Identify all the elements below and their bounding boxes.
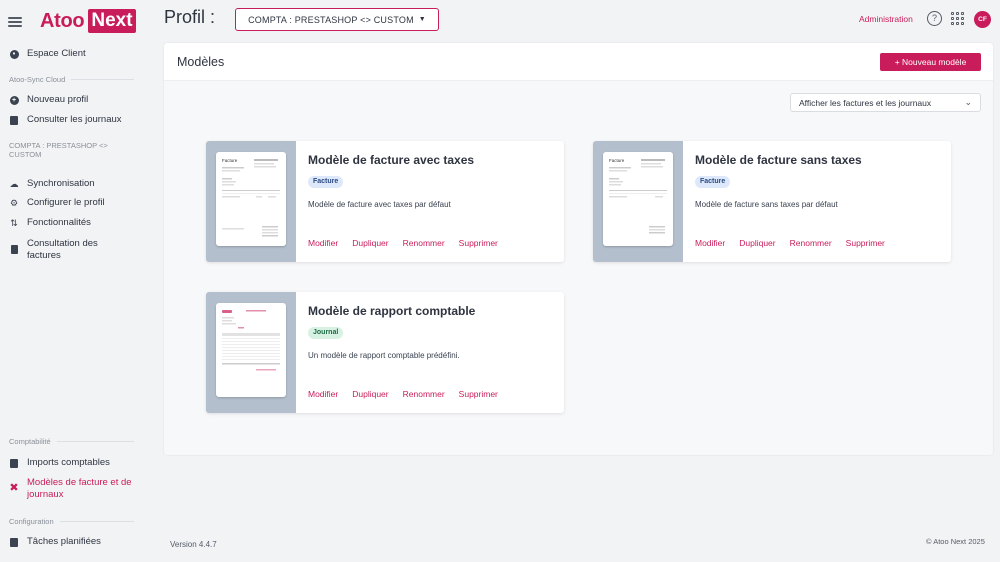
sidebar-item-tasks[interactable]: Tâches planifiées xyxy=(9,536,134,548)
rename-link[interactable]: Renommer xyxy=(403,238,445,248)
sort-arrows-icon: ⇅ xyxy=(10,218,18,228)
card-actions: Modifier Dupliquer Renommer Supprimer xyxy=(308,389,512,399)
new-model-button[interactable]: + Nouveau modèle xyxy=(880,53,981,71)
card-description: Modèle de facture sans taxes par défaut xyxy=(695,200,838,209)
caret-down-icon: ▼ xyxy=(418,16,426,23)
preview-heading: Facture xyxy=(222,158,238,163)
sidebar-item-sync[interactable]: ☁ Synchronisation xyxy=(9,178,134,190)
sidebar: Atoo Next • Espace Client Atoo-Sync Clou… xyxy=(0,0,140,562)
sidebar-item-models[interactable]: ✖ Modèles de facture et de journaux xyxy=(9,477,134,501)
avatar[interactable]: CF xyxy=(974,11,991,28)
sidebar-item-label: Consultation des factures xyxy=(27,238,98,261)
preview-heading: Facture xyxy=(609,158,625,163)
duplicate-link[interactable]: Dupliquer xyxy=(352,389,388,399)
sidebar-item-invoices[interactable]: Consultation des factures xyxy=(9,238,134,262)
panel-header: Modèles + Nouveau modèle xyxy=(164,43,993,81)
type-badge: Journal xyxy=(308,327,344,339)
card-thumbnail[interactable]: Facture xyxy=(593,141,683,262)
card-actions: Modifier Dupliquer Renommer Supprimer xyxy=(308,238,512,248)
card-title: Modèle de facture avec taxes xyxy=(308,153,475,167)
sidebar-item-label: Synchronisation xyxy=(27,178,95,189)
sidebar-item-configure[interactable]: ⚙ Configurer le profil xyxy=(9,197,134,209)
edit-link[interactable]: Modifier xyxy=(695,238,725,248)
calendar-icon xyxy=(9,537,19,547)
sidebar-item-label: Modèles de facture et de journaux xyxy=(27,477,132,500)
profile-selector-value: COMPTA : PRESTASHOP <> CUSTOM xyxy=(248,14,414,25)
administration-link[interactable]: Administration xyxy=(859,14,913,24)
profile-label: Profil : xyxy=(164,7,216,27)
sidebar-item-journals[interactable]: Consulter les journaux xyxy=(9,114,134,126)
section-config: Configuration xyxy=(9,517,134,526)
model-card: Facture Modèle de facture avec taxes Fac… xyxy=(206,141,564,262)
sidebar-item-features[interactable]: ⇅ Fonctionnalités xyxy=(9,217,134,229)
delete-link[interactable]: Supprimer xyxy=(459,238,498,248)
copyright: © Atoo Next 2025 xyxy=(926,537,985,546)
sidebar-item-espace-client[interactable]: • Espace Client xyxy=(9,48,134,60)
file-list-icon xyxy=(9,115,19,125)
section-profile: COMPTA : PRESTASHOP <> CUSTOM xyxy=(9,141,108,159)
plus-circle-icon: + xyxy=(9,95,19,105)
edit-link[interactable]: Modifier xyxy=(308,238,338,248)
apps-grid-icon[interactable] xyxy=(951,12,964,25)
duplicate-link[interactable]: Dupliquer xyxy=(352,238,388,248)
rename-link[interactable]: Renommer xyxy=(790,238,832,248)
model-card: Modèle de rapport comptable Journal Un m… xyxy=(206,292,564,413)
delete-link[interactable]: Supprimer xyxy=(459,389,498,399)
brand-bar: Atoo Next xyxy=(8,8,136,34)
section-compta: Comptabilité xyxy=(9,437,134,446)
card-thumbnail[interactable] xyxy=(206,292,296,413)
sidebar-item-label: Nouveau profil xyxy=(27,94,89,105)
file-icon xyxy=(9,244,19,254)
filter-select-value: Afficher les factures et les journaux xyxy=(799,97,932,108)
help-icon[interactable]: ? xyxy=(927,11,942,26)
profile-selector[interactable]: COMPTA : PRESTASHOP <> CUSTOM ▼ xyxy=(235,8,439,31)
app-version: Version 4.4.7 xyxy=(170,540,217,549)
sidebar-item-label: Configurer le profil xyxy=(27,197,105,208)
user-circle-icon: • xyxy=(9,49,19,59)
sidebar-item-label: Fonctionnalités xyxy=(27,217,91,228)
logo-next[interactable]: Next xyxy=(88,9,136,33)
edit-link[interactable]: Modifier xyxy=(308,389,338,399)
panel-body: Afficher les factures et les journaux ⌄ … xyxy=(164,81,993,455)
sidebar-item-label: Imports comptables xyxy=(27,457,110,468)
sidebar-item-imports[interactable]: Imports comptables xyxy=(9,457,134,469)
card-thumbnail[interactable]: Facture xyxy=(206,141,296,262)
filter-select[interactable]: Afficher les factures et les journaux ⌄ xyxy=(790,93,981,112)
sidebar-item-label: Tâches planifiées xyxy=(27,536,101,547)
type-badge: Facture xyxy=(308,176,344,188)
report-preview-image xyxy=(216,303,286,397)
file-import-icon xyxy=(9,458,19,468)
models-panel: Modèles + Nouveau modèle Afficher les fa… xyxy=(164,43,993,455)
delete-link[interactable]: Supprimer xyxy=(846,238,885,248)
rename-link[interactable]: Renommer xyxy=(403,389,445,399)
section-cloud: Atoo-Sync Cloud xyxy=(9,75,134,84)
card-title: Modèle de facture sans taxes xyxy=(695,153,862,167)
sidebar-item-label: Espace Client xyxy=(27,48,86,59)
card-title: Modèle de rapport comptable xyxy=(308,304,476,318)
card-description: Modèle de facture avec taxes par défaut xyxy=(308,200,451,209)
invoice-preview-image: Facture xyxy=(603,152,673,246)
cloud-icon: ☁ xyxy=(9,179,19,189)
sidebar-item-label: Consulter les journaux xyxy=(27,114,122,125)
chevron-down-icon: ⌄ xyxy=(964,97,972,107)
duplicate-link[interactable]: Dupliquer xyxy=(739,238,775,248)
card-actions: Modifier Dupliquer Renommer Supprimer xyxy=(695,238,899,248)
type-badge: Facture xyxy=(695,176,731,188)
hamburger-menu-icon[interactable] xyxy=(8,17,22,27)
invoice-preview-image: Facture xyxy=(216,152,286,246)
logo-atoo[interactable]: Atoo xyxy=(40,10,85,33)
model-card: Facture Modèle de facture sans taxes Fac… xyxy=(593,141,951,262)
gears-icon: ⚙ xyxy=(9,198,19,208)
sidebar-item-new-profile[interactable]: + Nouveau profil xyxy=(9,94,134,106)
card-description: Un modèle de rapport comptable prédéfini… xyxy=(308,351,460,360)
page-title: Modèles xyxy=(177,55,225,69)
tools-icon: ✖ xyxy=(9,482,19,494)
